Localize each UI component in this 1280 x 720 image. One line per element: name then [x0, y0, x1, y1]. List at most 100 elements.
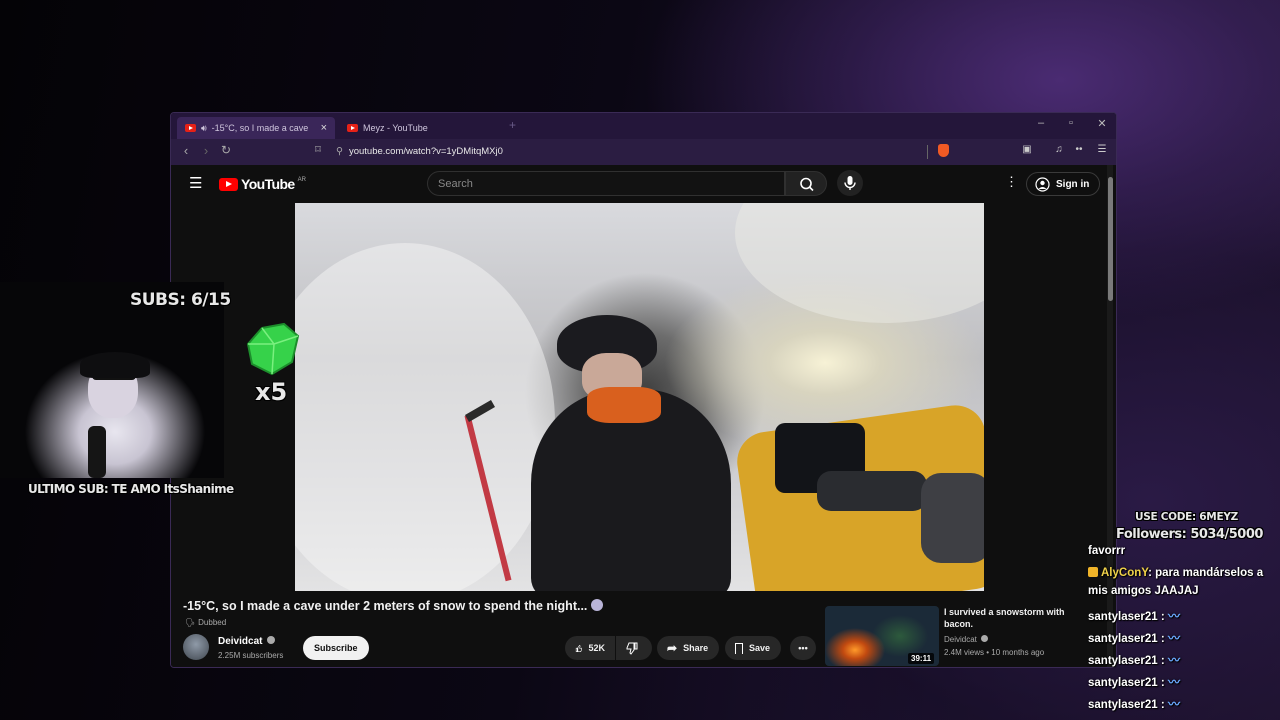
- video-player[interactable]: [295, 203, 984, 591]
- music-icon[interactable]: ♫: [1051, 144, 1067, 160]
- video-title-text: -15°C, so I made a cave under 2 meters o…: [183, 599, 588, 613]
- more-actions-button[interactable]: •••: [790, 636, 816, 660]
- search-button[interactable]: [785, 171, 827, 196]
- close-window-icon[interactable]: ✕: [1092, 117, 1112, 130]
- like-button[interactable]: 52K: [565, 636, 615, 660]
- dislike-button[interactable]: [616, 636, 652, 660]
- hamburger-menu-icon[interactable]: ☰: [189, 174, 202, 192]
- use-code-label: USE CODE: 6MEYZ: [1135, 511, 1238, 523]
- site-info-icon[interactable]: ⚲: [336, 146, 343, 157]
- youtube-page: ☰ YouTube AR Search ⋮ Sign in -15°C, so …: [171, 165, 1116, 667]
- chat-message: santylaser21 : 〰: [1088, 629, 1180, 646]
- chat-username: santylaser21: [1088, 633, 1158, 645]
- more-options-icon[interactable]: ⋮: [1005, 174, 1018, 190]
- chat-message: santylaser21 : 〰: [1088, 651, 1180, 668]
- related-video-meta: 2.4M views • 10 months ago: [944, 648, 1045, 657]
- dubbed-badge: 🗣︎ Dubbed: [185, 618, 226, 627]
- url-text: youtube.com/watch?v=1yDMitqMXj0: [348, 146, 503, 157]
- share-button[interactable]: ➦ Share: [657, 636, 719, 660]
- channel-avatar[interactable]: [183, 634, 209, 660]
- voice-search-button[interactable]: [837, 170, 863, 196]
- more-horizontal-icon: •••: [798, 643, 808, 653]
- youtube-favicon-icon: [185, 124, 196, 132]
- close-tab-icon[interactable]: ×: [321, 122, 327, 134]
- minimize-icon[interactable]: –: [1031, 117, 1051, 129]
- gear-bag: [921, 473, 984, 563]
- chat-message-continuation: mis amigos JAAJAJ: [1088, 585, 1199, 597]
- chat-username: santylaser21: [1088, 699, 1158, 711]
- green-gem-icon: [246, 322, 300, 376]
- search-icon: [800, 177, 814, 192]
- microphone-icon: [844, 176, 856, 190]
- share-icon: ➦: [667, 641, 678, 655]
- channel-name-text: Deividcat: [218, 636, 263, 647]
- sidebar-icon[interactable]: ▣: [1019, 144, 1035, 160]
- channel-name[interactable]: Deividcat: [218, 636, 276, 647]
- back-icon[interactable]: ‹: [177, 143, 195, 158]
- thumbs-up-icon: [575, 644, 583, 652]
- dubbed-label: Dubbed: [198, 618, 227, 627]
- chat-text: :: [1157, 677, 1165, 689]
- chat-text: : para mandárselos a: [1148, 567, 1264, 579]
- followers-goal-counter: Followers: 5034/5000: [1116, 527, 1263, 542]
- bookmark-icon[interactable]: ⌑: [309, 143, 327, 156]
- chat-username: santylaser21: [1088, 655, 1158, 667]
- related-video-title[interactable]: I survived a snowstorm with bacon.: [944, 606, 1084, 630]
- microphone: [88, 426, 106, 478]
- brave-shield-icon[interactable]: [935, 144, 951, 160]
- tab-video[interactable]: 🔊︎ -15°C, so I made a cave unde ×: [177, 117, 335, 139]
- wave-icon: 〰: [1167, 653, 1180, 667]
- multiplier-label: x5: [255, 378, 288, 406]
- logo-text: YouTube: [241, 176, 295, 192]
- search-input[interactable]: Search: [427, 171, 785, 196]
- like-count: 52K: [588, 643, 605, 653]
- subscribe-button[interactable]: Subscribe: [303, 636, 369, 660]
- chat-message: santylaser21 : 〰: [1088, 607, 1180, 624]
- sign-in-button[interactable]: Sign in: [1026, 172, 1101, 196]
- divider: [927, 145, 928, 159]
- share-label: Share: [683, 643, 709, 653]
- chat-message: AlyConY: para mandárselos a: [1088, 567, 1263, 579]
- youtube-logo[interactable]: YouTube AR: [219, 176, 306, 192]
- video-title: -15°C, so I made a cave under 2 meters o…: [183, 599, 603, 613]
- maximize-icon[interactable]: ▫: [1061, 117, 1081, 129]
- extensions-icon[interactable]: ••: [1071, 144, 1087, 160]
- chat-message: santylaser21 : 〰: [1088, 695, 1180, 712]
- streamer-hair: [80, 352, 150, 378]
- tab-meyz[interactable]: Meyz - YouTube: [339, 117, 499, 139]
- wave-icon: 〰: [1167, 697, 1180, 711]
- snow-wall: [295, 243, 555, 591]
- emoji-icon: [590, 599, 603, 611]
- scrollbar-thumb[interactable]: [1108, 177, 1113, 301]
- new-tab-button[interactable]: +: [509, 118, 516, 132]
- verified-icon: [981, 635, 989, 642]
- youtube-play-icon: [219, 177, 238, 191]
- tab-label: -15°C, so I made a cave unde: [211, 123, 310, 133]
- save-label: Save: [749, 643, 771, 653]
- menu-icon[interactable]: ☰: [1094, 144, 1110, 160]
- chat-text: :: [1157, 611, 1165, 623]
- chat-text: :: [1157, 699, 1165, 711]
- wave-icon: 〰: [1167, 609, 1180, 623]
- related-video-channel[interactable]: Deividcat: [944, 635, 989, 644]
- chat-username: santylaser21: [1088, 611, 1158, 623]
- reload-icon[interactable]: ↻: [217, 143, 235, 157]
- stuff-sack: [817, 471, 927, 511]
- speaker-icon: 🔊︎: [201, 122, 207, 133]
- chat-username: santylaser21: [1088, 677, 1158, 689]
- snow-ceiling: [735, 203, 984, 323]
- save-button[interactable]: Save: [725, 636, 781, 660]
- sign-in-label: Sign in: [1056, 178, 1090, 190]
- webcam-feed: [0, 282, 224, 478]
- chat-text: :: [1157, 633, 1165, 645]
- thumbs-down-icon: [626, 642, 638, 655]
- forward-icon[interactable]: ›: [197, 143, 215, 158]
- jacket-collar: [587, 387, 661, 423]
- url-field[interactable]: ⚲ youtube.com/watch?v=1yDMitqMXj0: [336, 146, 503, 157]
- subscriber-count: 2.25M subscribers: [218, 651, 284, 660]
- chat-text: :: [1157, 655, 1165, 667]
- tab-label: Meyz - YouTube: [363, 123, 428, 133]
- wave-icon: 〰: [1167, 675, 1180, 689]
- subscriber-badge-icon: [1088, 567, 1098, 577]
- tab-bar: 🔊︎ -15°C, so I made a cave unde × Meyz -…: [171, 113, 1116, 139]
